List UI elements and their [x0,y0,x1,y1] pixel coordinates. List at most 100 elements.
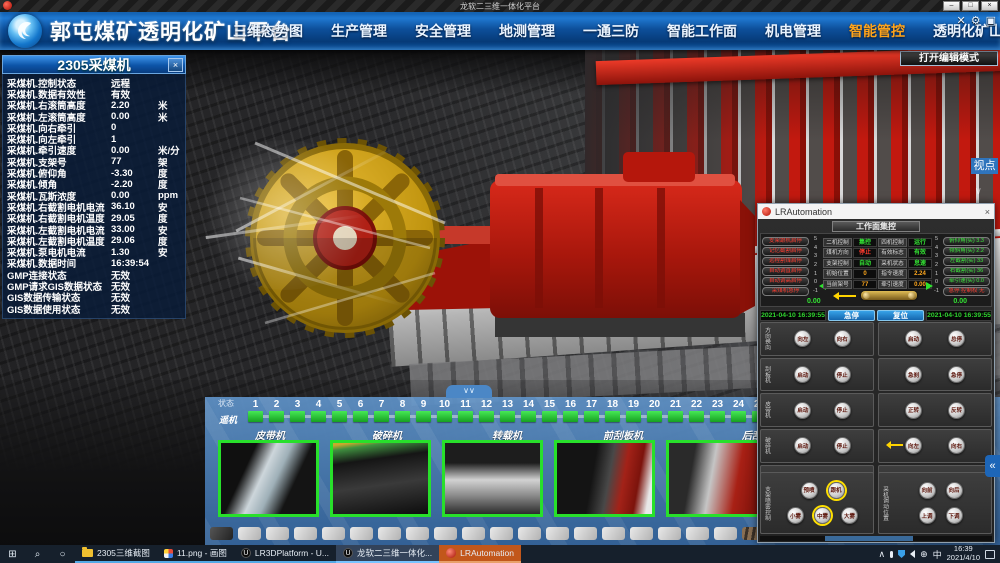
filmstrip-thumb[interactable] [602,527,625,540]
minimize-button[interactable]: – [943,1,960,11]
filmstrip-thumb[interactable] [350,527,373,540]
control-button[interactable]: 总停 [948,330,965,347]
control-button[interactable]: 小雾 [787,507,804,524]
control-button[interactable]: 大雾 [841,507,858,524]
viewpoint-tag[interactable]: 视点 [971,158,998,174]
mode-status-button[interactable]: 自动调直启停 [762,267,809,276]
filmstrip-thumb[interactable] [434,527,457,540]
angle-status-button[interactable]: 右截割(实) 36 [943,267,990,276]
taskbar-item-folder[interactable]: 2305三维截图 [75,545,157,563]
taskbar-item-lrautomation[interactable]: LRAutomation [439,545,521,563]
fullscreen-icon[interactable]: ▣ [986,14,996,27]
collapse-panel-button[interactable]: « [985,455,1000,477]
control-button[interactable]: 中雾 [814,507,831,524]
bottom-panel-collapse-tab[interactable]: ∨∨ [446,385,492,398]
gear-icon[interactable]: ⚙ [971,14,981,27]
control-button[interactable]: 停止 [834,366,851,383]
control-button[interactable]: 急刹 [905,366,922,383]
camera-thumbnail[interactable] [218,440,319,517]
maximize-button[interactable]: □ [962,1,979,11]
mode-status-button[interactable]: 采煤机急停 [762,287,809,296]
tray-chevron-icon[interactable]: ∧ [878,549,885,560]
workface-control-tab[interactable]: 工作面集控 [832,221,920,232]
open-edit-mode-button[interactable]: 打开编辑模式 [900,51,998,66]
angle-status-button[interactable]: 俯仰角(实) 3.3 [943,237,990,246]
filmstrip-thumb[interactable] [322,527,345,540]
angle-status-button[interactable]: 左截割(实) 33 [943,257,990,266]
angle-status-button[interactable]: 急停 控制权 无 [943,287,990,296]
nav-menu-item[interactable]: 智能管控 [849,21,905,41]
tools-icon[interactable]: ✕ [957,14,966,27]
estop-button[interactable]: 急停 [828,310,875,321]
camera-thumbnail[interactable] [666,440,767,517]
control-button[interactable]: 启动 [794,366,811,383]
control-button[interactable]: 向左 [905,437,922,454]
ime-indicator[interactable]: 中 [933,548,942,561]
filmstrip-thumb[interactable] [714,527,737,540]
speaker-icon[interactable] [910,550,915,558]
taskbar-item-lr3dplatform[interactable]: U LR3DPlatform - U... [234,545,336,563]
mode-status-button[interactable]: 远程割煤启停 [762,257,809,266]
camera-thumbnail[interactable] [330,440,431,517]
taskbar-item-paint[interactable]: 11.png - 画图 [157,545,234,563]
filmstrip-thumb[interactable] [518,527,541,540]
control-button[interactable]: 启动 [794,437,811,454]
control-button[interactable]: 向右 [834,330,851,347]
control-button[interactable]: 急停 [948,366,965,383]
control-button[interactable]: 启动 [905,330,922,347]
close-button[interactable]: × [981,1,998,11]
horizontal-scrollbar[interactable] [760,536,992,541]
filmstrip-thumb[interactable] [378,527,401,540]
control-button[interactable]: 跟机 [828,482,845,499]
camera-thumbnail[interactable] [554,440,655,517]
filmstrip-thumb[interactable] [658,527,681,540]
mode-status-button[interactable]: 支架跟机启停 [762,237,809,246]
nav-menu-item[interactable]: 机电管理 [765,21,821,41]
cortana-icon[interactable]: ○ [50,545,75,563]
microphone-icon[interactable] [890,551,893,558]
filmstrip-thumb[interactable] [490,527,513,540]
search-icon[interactable]: ⌕ [25,545,50,563]
filmstrip-thumb[interactable] [266,527,289,540]
mode-status-button[interactable]: 记忆截割启停 [762,247,809,256]
nav-menu-item[interactable]: 生产管理 [331,21,387,41]
control-button[interactable]: 向右 [948,437,965,454]
control-button[interactable]: 上调 [919,507,936,524]
control-button[interactable]: 停止 [834,437,851,454]
control-button[interactable]: 向前 [919,482,936,499]
nav-menu-item[interactable]: 智能工作面 [667,21,737,41]
filmstrip-thumb[interactable] [210,527,233,540]
control-button[interactable]: 预喷 [801,482,818,499]
security-shield-icon[interactable] [898,550,905,558]
filmstrip-thumb[interactable] [294,527,317,540]
network-icon[interactable]: ⊕ [920,549,928,560]
nav-menu-item[interactable]: 三维态势图 [233,21,303,41]
filmstrip-thumb[interactable] [686,527,709,540]
control-button[interactable]: 下调 [946,507,963,524]
filmstrip-thumb[interactable] [462,527,485,540]
angle-status-button[interactable]: 牵引速(实) 0.0 [943,277,990,286]
filmstrip-thumb[interactable] [406,527,429,540]
reset-button[interactable]: 复位 [877,310,924,321]
control-button[interactable]: 向左 [794,330,811,347]
nav-menu-item[interactable]: 一通三防 [583,21,639,41]
control-button[interactable]: 停止 [834,402,851,419]
action-center-icon[interactable] [985,550,995,559]
camera-thumbnail[interactable] [442,440,543,517]
control-button[interactable]: 正转 [905,402,922,419]
angle-status-button[interactable]: 倾斜角(实) 2.2 [943,247,990,256]
lrautomation-close-icon[interactable]: × [985,207,990,217]
filmstrip-thumb[interactable] [238,527,261,540]
start-button[interactable]: ⊞ [0,545,25,563]
nav-menu-item[interactable]: 安全管理 [415,21,471,41]
nav-menu-item[interactable]: 地测管理 [499,21,555,41]
taskbar-item-platform-active[interactable]: U 龙软二三维一体化... [336,545,439,563]
clock[interactable]: 16:39 2021/4/10 [947,545,980,562]
mode-status-button[interactable]: 自动调高启停 [762,277,809,286]
filmstrip-thumb[interactable] [574,527,597,540]
control-button[interactable]: 向后 [946,482,963,499]
filmstrip-thumb[interactable] [630,527,653,540]
chevron-down-icon[interactable]: ∨ [975,186,982,197]
filmstrip-thumb[interactable] [546,527,569,540]
control-button[interactable]: 反转 [948,402,965,419]
